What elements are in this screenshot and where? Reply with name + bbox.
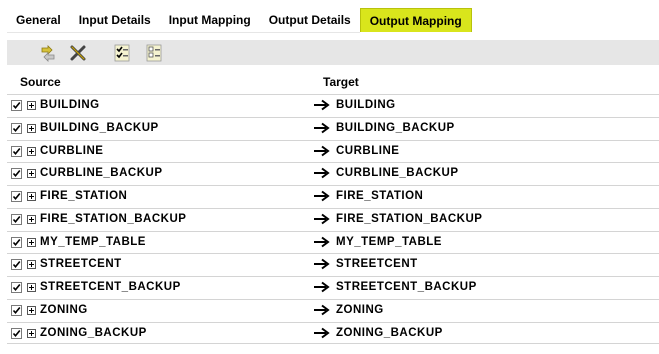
- arrow-right-icon: [313, 258, 331, 270]
- arrow-right-icon: [313, 281, 331, 293]
- toolbar: [7, 40, 659, 65]
- row-checkbox[interactable]: [11, 191, 22, 202]
- table-row: MY_TEMP_TABLE MY_TEMP_TABLE: [7, 230, 659, 254]
- source-name: CURBLINE_BACKUP: [40, 167, 163, 180]
- tab-input-details[interactable]: Input Details: [69, 8, 160, 33]
- row-checkbox[interactable]: [11, 282, 22, 293]
- target-name[interactable]: STREETCENT: [336, 258, 418, 270]
- table-row: STREETCENT STREETCENT: [7, 253, 659, 276]
- row-checkbox[interactable]: [11, 236, 22, 248]
- arrow-right-icon: [313, 99, 331, 111]
- table-row: BUILDING BUILDING: [7, 94, 659, 117]
- arrow-right-icon: [313, 236, 331, 248]
- source-name: STREETCENT_BACKUP: [40, 281, 181, 293]
- row-checkbox[interactable]: [11, 168, 22, 180]
- table-row: CURBLINE_BACKUP CURBLINE_BACKUP: [7, 162, 659, 185]
- table-row: FIRE_STATION FIRE_STATION: [7, 185, 659, 208]
- mapping-table: BUILDING BUILDING BUILDING_BACKUP BUILDING_…: [7, 94, 659, 345]
- expand-icon[interactable]: [27, 101, 36, 110]
- uncheck-all-icon[interactable]: [144, 43, 164, 63]
- table-row: ZONING_BACKUP ZONING_BACKUP: [7, 321, 659, 345]
- expand-icon[interactable]: [27, 214, 36, 224]
- source-name: FIRE_STATION: [40, 190, 128, 202]
- expand-icon[interactable]: [27, 283, 36, 292]
- auto-map-icon[interactable]: [38, 43, 58, 63]
- arrow-right-icon: [313, 167, 331, 179]
- target-name[interactable]: CURBLINE_BACKUP: [336, 167, 459, 179]
- target-name[interactable]: FIRE_STATION: [336, 190, 423, 202]
- target-name[interactable]: MY_TEMP_TABLE: [336, 236, 442, 248]
- expand-icon[interactable]: [27, 192, 36, 201]
- tab-general[interactable]: General: [7, 8, 70, 33]
- tab-output-details[interactable]: Output Details: [259, 8, 360, 33]
- expand-icon[interactable]: [27, 237, 36, 247]
- source-name: MY_TEMP_TABLE: [40, 235, 146, 248]
- check-all-icon[interactable]: [112, 43, 132, 63]
- source-name: ZONING: [40, 303, 88, 316]
- source-name: ZONING_BACKUP: [40, 326, 147, 339]
- tab-input-mapping[interactable]: Input Mapping: [159, 8, 260, 33]
- arrow-right-icon: [313, 304, 331, 316]
- source-name: CURBLINE: [40, 144, 104, 157]
- expand-icon[interactable]: [27, 146, 36, 156]
- delete-icon[interactable]: [68, 43, 88, 63]
- target-name[interactable]: FIRE_STATION_BACKUP: [336, 213, 482, 225]
- expand-icon[interactable]: [27, 123, 36, 133]
- source-name: FIRE_STATION_BACKUP: [40, 212, 187, 225]
- target-column-header: Target: [323, 75, 359, 89]
- table-row: ZONING ZONING: [7, 298, 659, 322]
- target-name[interactable]: ZONING_BACKUP: [336, 327, 443, 339]
- row-checkbox[interactable]: [11, 213, 22, 225]
- row-checkbox[interactable]: [11, 259, 22, 271]
- source-name: BUILDING_BACKUP: [40, 121, 159, 134]
- table-row: BUILDING_BACKUP BUILDING_BACKUP: [7, 116, 659, 140]
- expand-icon[interactable]: [27, 305, 36, 315]
- row-checkbox[interactable]: [11, 304, 22, 316]
- row-checkbox[interactable]: [11, 327, 22, 339]
- table-row: STREETCENT_BACKUP STREETCENT_BACKUP: [7, 276, 659, 299]
- tab-output-mapping[interactable]: Output Mapping: [359, 8, 472, 32]
- arrow-right-icon: [313, 327, 331, 339]
- table-row: FIRE_STATION_BACKUP FIRE_STATION_BACKUP: [7, 207, 659, 231]
- row-checkbox[interactable]: [11, 100, 22, 111]
- expand-icon[interactable]: [27, 260, 36, 270]
- target-name[interactable]: BUILDING: [336, 99, 396, 111]
- target-name[interactable]: ZONING: [336, 304, 384, 316]
- source-name: STREETCENT: [40, 258, 122, 271]
- arrow-right-icon: [313, 213, 331, 225]
- row-checkbox[interactable]: [11, 145, 22, 157]
- expand-icon[interactable]: [27, 169, 36, 179]
- target-name[interactable]: CURBLINE: [336, 145, 399, 157]
- target-name[interactable]: BUILDING_BACKUP: [336, 122, 455, 134]
- source-name: BUILDING: [40, 99, 100, 111]
- arrow-right-icon: [313, 122, 331, 134]
- row-checkbox[interactable]: [11, 122, 22, 134]
- expand-icon[interactable]: [27, 328, 36, 338]
- table-row: CURBLINE CURBLINE: [7, 139, 659, 163]
- tab-bar: General Input Details Input Mapping Outp…: [7, 8, 472, 33]
- target-name[interactable]: STREETCENT_BACKUP: [336, 281, 477, 293]
- column-header: Source Target: [7, 70, 657, 92]
- arrow-right-icon: [313, 190, 331, 202]
- arrow-right-icon: [313, 145, 331, 157]
- source-column-header: Source: [20, 75, 61, 89]
